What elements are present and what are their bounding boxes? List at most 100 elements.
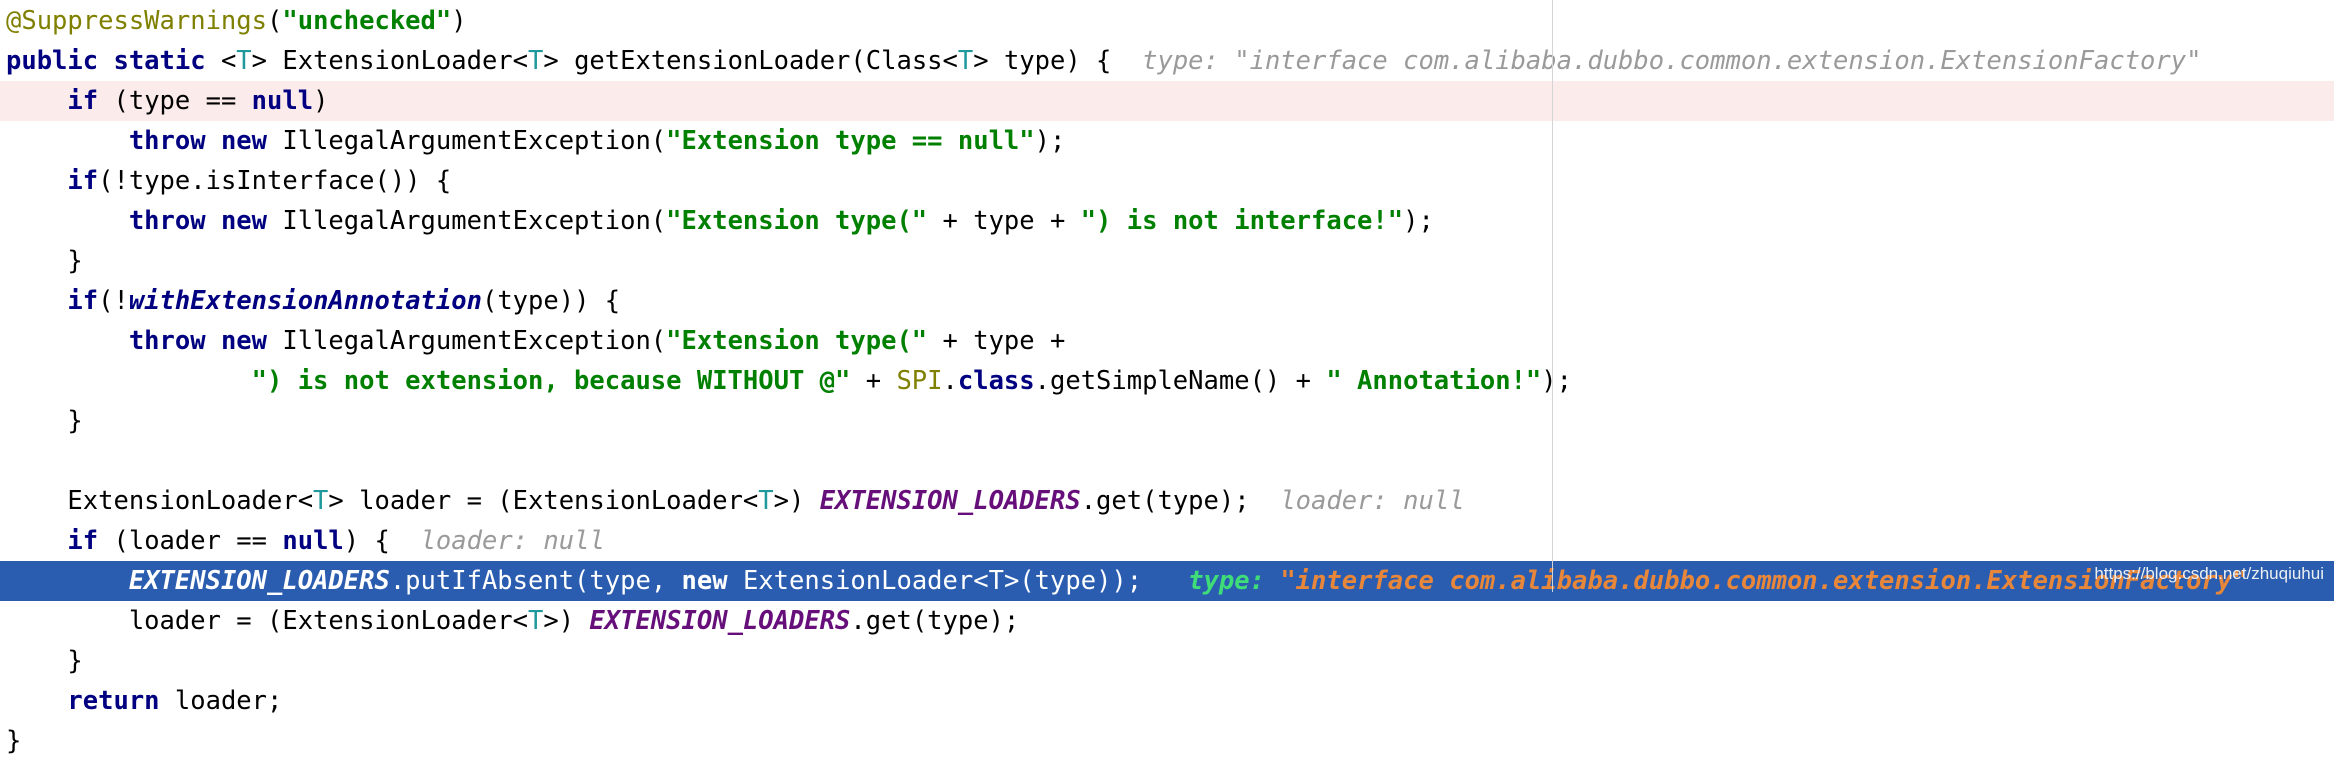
code-line[interactable]: return loader;: [0, 681, 2334, 721]
code-token: ") is not extension, because WITHOUT @": [251, 366, 851, 396]
code-token: "Extension type(": [666, 206, 928, 236]
code-token: EXTENSION_LOADERS: [819, 486, 1081, 516]
code-line[interactable]: }: [0, 401, 2334, 441]
watermark: https://blog.csdn.net/zhuqiuhui: [2094, 564, 2324, 583]
code-token: <: [220, 46, 237, 76]
code-line[interactable]: throw new IllegalArgumentException("Exte…: [0, 201, 2334, 241]
code-line[interactable]: }: [0, 641, 2334, 681]
code-line[interactable]: loader = (ExtensionLoader<T>) EXTENSION_…: [0, 601, 2334, 641]
code-line[interactable]: throw new IllegalArgumentException("Exte…: [0, 121, 2334, 161]
code-token: loader;: [159, 686, 283, 716]
code-token: "Extension type == null": [666, 126, 1035, 156]
code-line[interactable]: if (loader == null) { loader: null: [0, 521, 2334, 561]
code-token: T: [313, 486, 329, 516]
code-lines-container[interactable]: @SuppressWarnings("unchecked") public sta…: [0, 0, 2334, 761]
code-token: }: [6, 406, 83, 436]
code-token: (type)) {: [481, 286, 621, 316]
code-token: @SuppressWarnings: [6, 6, 267, 36]
code-token: ): [451, 6, 467, 36]
code-token: if: [67, 166, 99, 196]
code-token: }: [6, 646, 83, 676]
inline-debug-hint: loader: null: [420, 526, 605, 556]
code-token: throw new: [128, 326, 267, 356]
code-token: }: [6, 246, 83, 276]
code-token: ExtensionLoader<: [6, 486, 314, 516]
code-token: EXTENSION_LOADERS: [589, 606, 851, 636]
code-line[interactable]: }: [0, 241, 2334, 281]
code-token: .getSimpleName() +: [1034, 366, 1327, 396]
code-token: SPI: [896, 366, 943, 396]
code-line[interactable]: ExtensionLoader<T> loader = (ExtensionLo…: [0, 481, 2334, 521]
code-line[interactable]: ") is not extension, because WITHOUT @" …: [0, 361, 2334, 401]
code-token: (!type.isInterface()) {: [98, 166, 452, 196]
code-token: throw new: [128, 126, 267, 156]
code-line[interactable]: public static <T> ExtensionLoader<T> get…: [0, 41, 2334, 81]
code-line[interactable]: @SuppressWarnings("unchecked"): [0, 1, 2334, 41]
code-line[interactable]: if(!withExtensionAnnotation(type)) {: [0, 281, 2334, 321]
code-token: .get(type);: [1080, 486, 1250, 516]
code-token: ): [313, 86, 329, 116]
code-token: (type ==: [98, 86, 252, 116]
inline-debug-hint: type: "interface com.alibaba.dubbo.commo…: [1142, 46, 2202, 76]
code-token: public static: [6, 46, 221, 76]
code-line[interactable]: if(!type.isInterface()) {: [0, 161, 2334, 201]
code-token: ") is not interface!": [1080, 206, 1404, 236]
code-token: "unchecked": [282, 6, 452, 36]
hint-spacer: [1111, 46, 1142, 76]
code-token: "Extension type(": [666, 326, 928, 356]
code-token: throw new: [128, 206, 267, 236]
code-token: );: [1541, 366, 1572, 396]
code-line[interactable]: [0, 441, 2334, 481]
code-token: null: [251, 86, 314, 116]
code-token: withExtensionAnnotation: [128, 286, 482, 316]
code-token: +: [850, 366, 897, 396]
code-token: >): [543, 606, 590, 636]
code-token: > type) {: [973, 46, 1112, 76]
code-line[interactable]: EXTENSION_LOADERS.putIfAbsent(type, new …: [0, 561, 2334, 601]
code-token: T: [758, 486, 774, 516]
code-token: T: [527, 606, 544, 636]
code-token: >): [773, 486, 820, 516]
code-line[interactable]: if (type == null): [0, 81, 2334, 121]
code-token: > ExtensionLoader<: [251, 46, 528, 76]
code-token: T: [236, 46, 252, 76]
code-token: + type +: [927, 326, 1066, 356]
code-token: > getExtensionLoader(Class<: [543, 46, 958, 76]
code-token: IllegalArgumentException(: [267, 326, 667, 356]
code-token: if: [67, 286, 99, 316]
code-token: " Annotation!": [1326, 366, 1542, 396]
code-token: (loader ==: [98, 526, 283, 556]
code-token: + type +: [927, 206, 1081, 236]
code-token: T: [528, 46, 544, 76]
code-token: .get(type);: [850, 606, 1020, 636]
code-token: (!: [98, 286, 129, 316]
code-token: class: [957, 366, 1035, 396]
code-token: IllegalArgumentException(: [267, 206, 667, 236]
code-token: T: [957, 46, 974, 76]
code-token: }: [6, 726, 22, 756]
code-line[interactable]: }: [0, 721, 2334, 761]
code-token: > loader = (ExtensionLoader<: [328, 486, 759, 516]
hint-spacer: [390, 526, 421, 556]
inline-debug-hint: loader: null: [1280, 486, 1465, 516]
hint-spacer: [1250, 486, 1281, 516]
code-line[interactable]: throw new IllegalArgumentException("Exte…: [0, 321, 2334, 361]
code-token: (: [267, 6, 283, 36]
code-token: return: [67, 686, 160, 716]
code-token: );: [1034, 126, 1066, 156]
code-editor[interactable]: @SuppressWarnings("unchecked") public sta…: [0, 0, 2334, 756]
code-token: if: [67, 86, 99, 116]
code-token: null: [282, 526, 344, 556]
code-token: IllegalArgumentException(: [267, 126, 667, 156]
code-token: .: [942, 366, 958, 396]
code-token: loader = (ExtensionLoader<: [6, 606, 528, 636]
